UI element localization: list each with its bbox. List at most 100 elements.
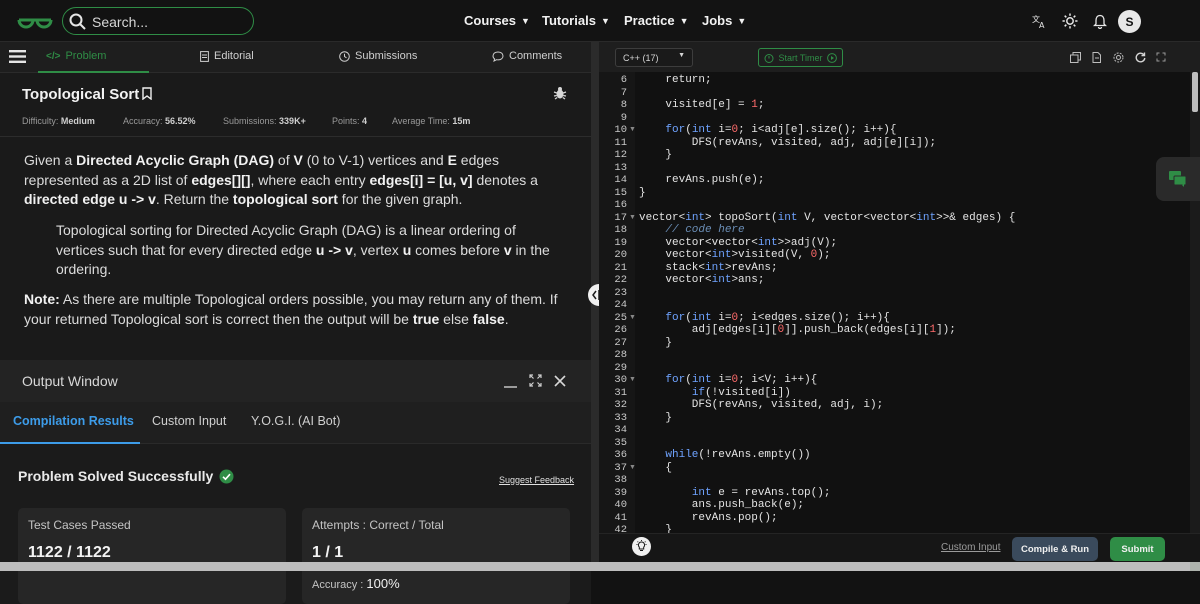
- code-token: int: [777, 211, 798, 224]
- code-line: DFS(revAns, visited, adj, i);: [639, 399, 883, 411]
- code-token: DFS(revAns, visited, adj, adj[e][i]);: [639, 136, 937, 149]
- code-line: for(int i=0; i<edges.size(); i++){: [639, 311, 889, 324]
- line-number: 35: [614, 436, 627, 449]
- settings-icon[interactable]: [1112, 51, 1124, 63]
- translate-icon[interactable]: 文A: [1029, 11, 1049, 31]
- avatar[interactable]: S: [1118, 10, 1141, 33]
- code-token: i=: [711, 374, 732, 386]
- line-number: 25: [614, 311, 627, 324]
- suggest-feedback-link[interactable]: Suggest Feedback: [499, 475, 574, 485]
- line-number: 7: [620, 86, 627, 99]
- bookmark-icon[interactable]: [142, 87, 152, 101]
- theme-toggle-icon[interactable]: [1060, 11, 1080, 31]
- submit-button[interactable]: Submit: [1110, 537, 1165, 561]
- tab-submissions-label: Submissions: [355, 50, 418, 62]
- gfg-logo[interactable]: [16, 10, 54, 30]
- result-status: Problem Solved Successfully: [18, 468, 234, 484]
- nav-tutorials-label: Tutorials: [542, 13, 596, 28]
- code-token: (: [685, 311, 692, 324]
- line-number: 9: [620, 111, 627, 124]
- text-run: of: [274, 152, 294, 168]
- line-number: 23: [614, 286, 627, 299]
- code-token: while: [665, 449, 699, 461]
- output-window-title: Output Window: [22, 373, 118, 389]
- horizontal-scrollbar[interactable]: [0, 562, 1190, 571]
- code-line: // code here: [639, 224, 744, 236]
- line-number: 6: [620, 74, 627, 86]
- chat-button[interactable]: [1156, 157, 1200, 201]
- bell-icon[interactable]: [1090, 11, 1110, 31]
- search-box[interactable]: Search...: [62, 7, 254, 35]
- tab-compilation-results[interactable]: Compilation Results: [13, 414, 134, 428]
- nav-courses[interactable]: Courses ▼: [464, 13, 530, 28]
- chevron-down-icon: ▼: [521, 16, 530, 26]
- line-number: 22: [614, 274, 627, 286]
- divider: [0, 136, 591, 137]
- menu-icon[interactable]: [9, 49, 26, 64]
- reset-icon[interactable]: [1134, 51, 1146, 63]
- lightbulb-icon[interactable]: [632, 537, 651, 556]
- code-token: i=: [711, 124, 732, 136]
- code-icon: </>: [46, 50, 61, 62]
- code-token: for: [665, 311, 686, 324]
- tab-custom-input[interactable]: Custom Input: [152, 414, 226, 428]
- close-icon[interactable]: [554, 375, 566, 387]
- bold-text-run: edges[][]: [191, 171, 251, 188]
- active-tab-indicator: [0, 442, 140, 444]
- text-run: Given a: [24, 152, 77, 168]
- tab-problem[interactable]: </> Problem: [46, 50, 106, 62]
- code-line: adj[edges[i][0]].push_back(edges[i][1]);: [639, 324, 956, 336]
- nav-practice[interactable]: Practice ▼: [624, 13, 689, 28]
- code-line: DFS(revAns, visited, adj, adj[e][i]);: [639, 137, 936, 149]
- play-icon: [826, 52, 837, 63]
- custom-input-link[interactable]: Custom Input: [941, 542, 1000, 553]
- nav-jobs[interactable]: Jobs ▼: [702, 13, 746, 28]
- copy-icon[interactable]: [1069, 51, 1081, 63]
- code-line: return;: [639, 74, 711, 86]
- line-number: 41: [614, 511, 627, 524]
- tab-submissions[interactable]: Submissions: [339, 50, 417, 62]
- editor-scrollbar[interactable]: [1190, 72, 1200, 533]
- code-line: stack<int>revAns;: [639, 261, 777, 274]
- start-timer-label: Start Timer: [778, 52, 823, 63]
- line-number: 26: [614, 324, 627, 336]
- line-number: 33: [614, 411, 627, 424]
- compile-run-button[interactable]: Compile & Run: [1012, 537, 1098, 561]
- top-navbar: Search... Courses ▼ Tutorials ▼ Practice ▼ …: [0, 0, 1200, 42]
- code-area[interactable]: return; visited[e] = 1; for(int i=0; i<a…: [635, 72, 1190, 533]
- tab-comments[interactable]: Comments: [492, 50, 562, 62]
- text-run: .: [504, 310, 509, 327]
- code-token: visited[e] =: [639, 99, 752, 111]
- tab-editorial[interactable]: Editorial: [200, 50, 254, 62]
- code-token: stack<: [639, 261, 706, 274]
- code-line: vector<int> topoSort(int V, vector<vecto…: [639, 212, 1015, 224]
- line-number: 37: [614, 461, 627, 474]
- scrollbar-thumb[interactable]: [1192, 72, 1198, 112]
- code-token: ans.push_back(e);: [639, 499, 805, 511]
- text-run: denotes a: [472, 171, 538, 188]
- editor-toolbar: C++ (17) ▼ Start Timer: [599, 42, 1200, 72]
- line-number: 24: [614, 299, 627, 311]
- bug-report-icon[interactable]: [553, 86, 567, 100]
- start-timer-button[interactable]: Start Timer: [758, 48, 843, 67]
- language-select[interactable]: C++ (17) ▼: [615, 48, 693, 67]
- line-number: 39: [614, 486, 627, 499]
- code-line: int e = revAns.top();: [639, 487, 831, 499]
- fullscreen-icon[interactable]: [1155, 51, 1167, 63]
- accuracy-value: 56.52%: [165, 116, 196, 126]
- line-number: 34: [614, 424, 627, 436]
- code-token: revAns.push(e);: [639, 174, 765, 186]
- import-file-icon[interactable]: [1090, 51, 1102, 63]
- svg-text:A: A: [1039, 21, 1045, 29]
- output-window-header: Output Window: [0, 360, 591, 402]
- tab-yogi-ai-bot[interactable]: Y.O.G.I. (AI Bot): [251, 414, 340, 428]
- nav-tutorials[interactable]: Tutorials ▼: [542, 13, 610, 28]
- minimize-icon[interactable]: [504, 380, 517, 388]
- expand-icon[interactable]: [529, 374, 542, 387]
- line-number: 29: [614, 361, 627, 374]
- code-line: }: [639, 524, 672, 533]
- code-line: if(!visited[i]): [639, 387, 791, 399]
- text-run: , vertex: [352, 241, 403, 258]
- line-number: 27: [614, 336, 627, 349]
- tab-problem-label: Problem: [65, 50, 107, 62]
